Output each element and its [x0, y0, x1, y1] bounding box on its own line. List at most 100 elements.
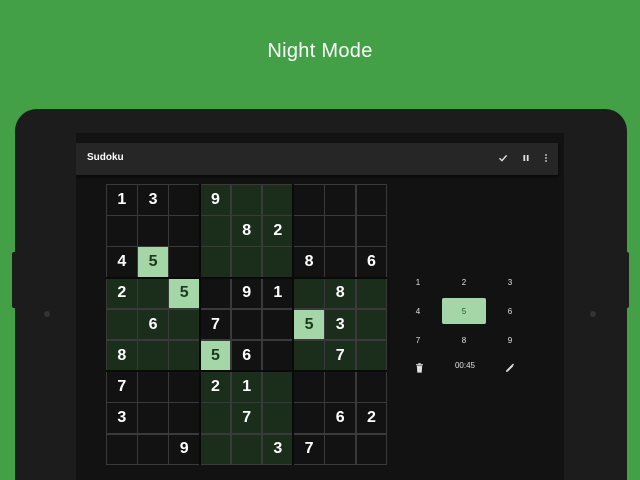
sudoku-cell[interactable]: [106, 433, 138, 466]
sudoku-cell[interactable]: [262, 184, 294, 216]
sudoku-cell[interactable]: 3: [137, 184, 169, 216]
sudoku-cell[interactable]: 4: [106, 246, 138, 279]
numpad-key-5[interactable]: 5: [442, 298, 486, 324]
sudoku-cell[interactable]: 6: [324, 402, 357, 435]
sudoku-cell[interactable]: [168, 246, 201, 279]
sudoku-cell[interactable]: [168, 402, 201, 435]
sudoku-cell[interactable]: 7: [106, 371, 138, 403]
sudoku-cell[interactable]: 9: [199, 184, 232, 216]
sudoku-cell[interactable]: [168, 215, 201, 247]
sudoku-cell[interactable]: [168, 184, 201, 216]
check-icon[interactable]: [496, 151, 510, 165]
sudoku-cell[interactable]: [262, 340, 294, 372]
sudoku-cell[interactable]: 3: [324, 308, 357, 341]
sudoku-cell[interactable]: [262, 402, 294, 435]
sudoku-cell[interactable]: [199, 215, 232, 247]
sudoku-cell[interactable]: [137, 277, 169, 310]
sudoku-cell[interactable]: [199, 277, 232, 310]
sudoku-cell[interactable]: 8: [230, 215, 263, 247]
pencil-icon[interactable]: [504, 362, 516, 374]
sudoku-cell[interactable]: 2: [262, 215, 294, 247]
sudoku-cell[interactable]: [355, 215, 388, 247]
sudoku-cell[interactable]: [230, 433, 263, 466]
sudoku-cell[interactable]: [262, 246, 294, 279]
sudoku-cell[interactable]: 1: [262, 277, 294, 310]
pause-icon[interactable]: [519, 151, 533, 165]
sudoku-cell[interactable]: 8: [324, 277, 357, 310]
sudoku-cell[interactable]: [199, 433, 232, 466]
sudoku-cell[interactable]: [293, 215, 325, 247]
sudoku-cell[interactable]: 5: [137, 246, 169, 279]
more-vert-icon[interactable]: [539, 151, 553, 165]
sudoku-cell[interactable]: [324, 184, 357, 216]
sudoku-cell[interactable]: 6: [137, 308, 169, 341]
sudoku-cell[interactable]: 1: [106, 184, 138, 216]
sudoku-cell[interactable]: [324, 246, 357, 279]
sudoku-cell[interactable]: [324, 433, 357, 466]
box-divider: [292, 184, 295, 465]
sudoku-cell[interactable]: [293, 371, 325, 403]
numpad-key-3[interactable]: 3: [488, 269, 532, 295]
sudoku-cell[interactable]: 7: [199, 308, 232, 341]
sudoku-cell[interactable]: [199, 246, 232, 279]
sudoku-cell[interactable]: 2: [199, 371, 232, 403]
sudoku-cell[interactable]: 5: [199, 340, 232, 372]
sudoku-cell[interactable]: [168, 371, 201, 403]
sudoku-cell[interactable]: 9: [168, 433, 201, 466]
sudoku-cell[interactable]: 6: [230, 340, 263, 372]
sudoku-cell[interactable]: 9: [230, 277, 263, 310]
sudoku-cell[interactable]: 7: [230, 402, 263, 435]
sudoku-cell[interactable]: [355, 371, 388, 403]
sudoku-cell[interactable]: 2: [355, 402, 388, 435]
numpad-key-8[interactable]: 8: [442, 327, 486, 353]
sudoku-cell[interactable]: 3: [106, 402, 138, 435]
sudoku-cell[interactable]: [137, 402, 169, 435]
sudoku-cell[interactable]: [168, 340, 201, 372]
sudoku-cell[interactable]: 8: [293, 246, 325, 279]
sudoku-cell[interactable]: [324, 371, 357, 403]
sudoku-cell[interactable]: [355, 433, 388, 466]
sudoku-cell[interactable]: 1: [230, 371, 263, 403]
sudoku-cell[interactable]: 3: [262, 433, 294, 466]
sudoku-cell[interactable]: [355, 308, 388, 341]
sudoku-cell[interactable]: [230, 184, 263, 216]
sudoku-cell[interactable]: 7: [324, 340, 357, 372]
sudoku-cell[interactable]: [106, 308, 138, 341]
sudoku-cell[interactable]: 6: [355, 246, 388, 279]
sudoku-cell[interactable]: [230, 308, 263, 341]
sudoku-cell[interactable]: [137, 371, 169, 403]
numpad-key-1[interactable]: 1: [396, 269, 440, 295]
sudoku-cell[interactable]: [230, 246, 263, 279]
sudoku-cell[interactable]: [262, 308, 294, 341]
sudoku-cell[interactable]: [293, 402, 325, 435]
sudoku-cell[interactable]: [199, 402, 232, 435]
sudoku-cell[interactable]: 5: [168, 277, 201, 310]
sudoku-cell[interactable]: [137, 340, 169, 372]
sudoku-cell[interactable]: 7: [293, 433, 325, 466]
numpad-key-6[interactable]: 6: [488, 298, 532, 324]
numpad-key-7[interactable]: 7: [396, 327, 440, 353]
box-divider: [106, 276, 387, 279]
sudoku-cell[interactable]: [355, 277, 388, 310]
numpad-key-4[interactable]: 4: [396, 298, 440, 324]
sudoku-cell[interactable]: 5: [293, 308, 325, 341]
sudoku-cell[interactable]: [355, 184, 388, 216]
sudoku-cell[interactable]: [106, 215, 138, 247]
tablet-sensor: [590, 311, 596, 317]
sudoku-cell[interactable]: [262, 371, 294, 403]
sudoku-cell[interactable]: [293, 340, 325, 372]
sudoku-cell[interactable]: [137, 215, 169, 247]
sudoku-cell[interactable]: [293, 184, 325, 216]
sudoku-cell[interactable]: [324, 215, 357, 247]
trash-icon[interactable]: [413, 362, 425, 374]
box-divider: [106, 370, 387, 373]
sudoku-cell[interactable]: [293, 277, 325, 310]
numpad-key-9[interactable]: 9: [488, 327, 532, 353]
sudoku-cell[interactable]: [168, 308, 201, 341]
sudoku-board: 13982458625918675385677213762937: [106, 184, 388, 466]
numpad-key-2[interactable]: 2: [442, 269, 486, 295]
sudoku-cell[interactable]: [355, 340, 388, 372]
sudoku-cell[interactable]: 2: [106, 277, 138, 310]
sudoku-cell[interactable]: [137, 433, 169, 466]
sudoku-cell[interactable]: 8: [106, 340, 138, 372]
